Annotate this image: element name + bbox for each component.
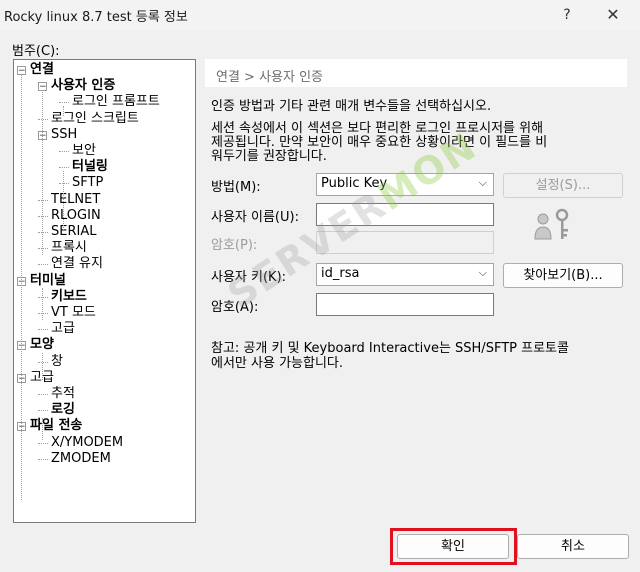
tree-connector — [59, 102, 69, 104]
username-label: 사용자 이름(U): — [211, 210, 299, 225]
tree-connector — [38, 329, 48, 331]
tree-item[interactable]: 연결 — [30, 62, 54, 78]
breadcrumb: 연결 > 사용자 인증 — [216, 70, 324, 85]
tree-connector — [42, 90, 43, 255]
tree-item[interactable]: 터미널 — [30, 273, 66, 289]
tree-item[interactable]: 로그인 프롬프트 — [72, 94, 160, 110]
passphrase-input[interactable] — [316, 293, 494, 316]
method-label: 방법(M): — [211, 180, 261, 195]
tree-item[interactable]: 보안 — [72, 143, 96, 159]
tree-connector — [38, 215, 48, 217]
tree-item[interactable]: SSH — [51, 127, 77, 143]
chevron-down-icon: ⌵ — [478, 266, 487, 279]
tree-item[interactable]: 터널링 — [72, 159, 108, 175]
tree-connector — [38, 199, 48, 201]
panel-description: 인증 방법과 기타 관련 매개 변수들을 선택하십시오. — [211, 99, 492, 114]
tree-item[interactable]: 로깅 — [51, 402, 75, 418]
panel-note-line-3: 워두기를 권장합니다. — [211, 149, 327, 164]
tree-item[interactable]: 파일 전송 — [30, 418, 82, 434]
help-button[interactable]: ? — [556, 4, 578, 26]
tree-connector — [59, 167, 69, 169]
tree-connector — [63, 171, 64, 230]
tree-item[interactable]: X/YMODEM — [51, 435, 123, 451]
user-key-select[interactable]: id_rsa ⌵ — [316, 263, 494, 286]
tree-item[interactable]: 키보드 — [51, 289, 87, 305]
chevron-down-icon: ⌵ — [478, 176, 487, 189]
category-tree[interactable]: 연결 − 사용자 인증 − 로그인 프롬프트 로그인 스크립트 SSH − 보안 터널링 SFTP T… — [13, 59, 196, 523]
tree-connector — [38, 442, 48, 444]
tree-connector — [38, 313, 48, 314]
tree-item[interactable]: 고급 — [51, 321, 75, 337]
tree-item[interactable]: 연결 유지 — [51, 256, 103, 272]
tree-item[interactable]: ZMODEM — [51, 451, 111, 467]
tree-connector — [21, 74, 22, 500]
browse-button[interactable]: 찾아보기(B)... — [503, 263, 623, 288]
tree-connector — [42, 288, 43, 320]
tree-connector — [63, 106, 64, 116]
tree-item[interactable]: 창 — [51, 354, 63, 370]
window-title: Rocky linux 8.7 test 등록 정보 — [4, 10, 188, 25]
password-label: 암호(P): — [211, 238, 258, 253]
category-label: 범주(C): — [12, 44, 60, 59]
tree-item[interactable]: 사용자 인증 — [51, 78, 115, 94]
tree-connector — [59, 151, 69, 152]
tree-connector — [38, 118, 48, 120]
close-button[interactable]: ✕ — [598, 4, 628, 26]
ok-button-highlight — [390, 528, 517, 565]
tree-item[interactable]: SERIAL — [51, 224, 96, 240]
tree-connector — [59, 183, 69, 185]
tree-connector — [38, 394, 48, 395]
tree-connector — [38, 361, 48, 363]
cancel-button[interactable]: 취소 — [517, 534, 629, 559]
tree-item[interactable]: 프록시 — [51, 240, 87, 256]
tree-connector — [42, 418, 43, 440]
tree-connector — [38, 458, 48, 460]
footnote-line-2: 에서만 사용 가능합니다. — [211, 356, 343, 371]
tree-connector — [38, 248, 48, 250]
settings-button[interactable]: 설정(S)... — [503, 173, 623, 198]
tree-item[interactable]: VT 모드 — [51, 305, 96, 321]
tree-item[interactable]: RLOGIN — [51, 208, 101, 224]
tree-connector — [38, 410, 48, 412]
tree-item[interactable]: 모양 — [30, 337, 54, 353]
user-key-icon — [534, 208, 569, 240]
tree-item[interactable]: SFTP — [72, 175, 103, 191]
tree-connector — [38, 264, 48, 266]
tree-connector — [38, 296, 48, 298]
tree-item[interactable]: 추적 — [51, 386, 75, 402]
tree-connector — [42, 353, 43, 380]
user-key-select-value: id_rsa — [321, 266, 360, 281]
tree-connector — [38, 232, 48, 233]
tree-item[interactable]: 로그인 스크립트 — [51, 111, 139, 127]
tree-item[interactable]: TELNET — [51, 192, 100, 208]
